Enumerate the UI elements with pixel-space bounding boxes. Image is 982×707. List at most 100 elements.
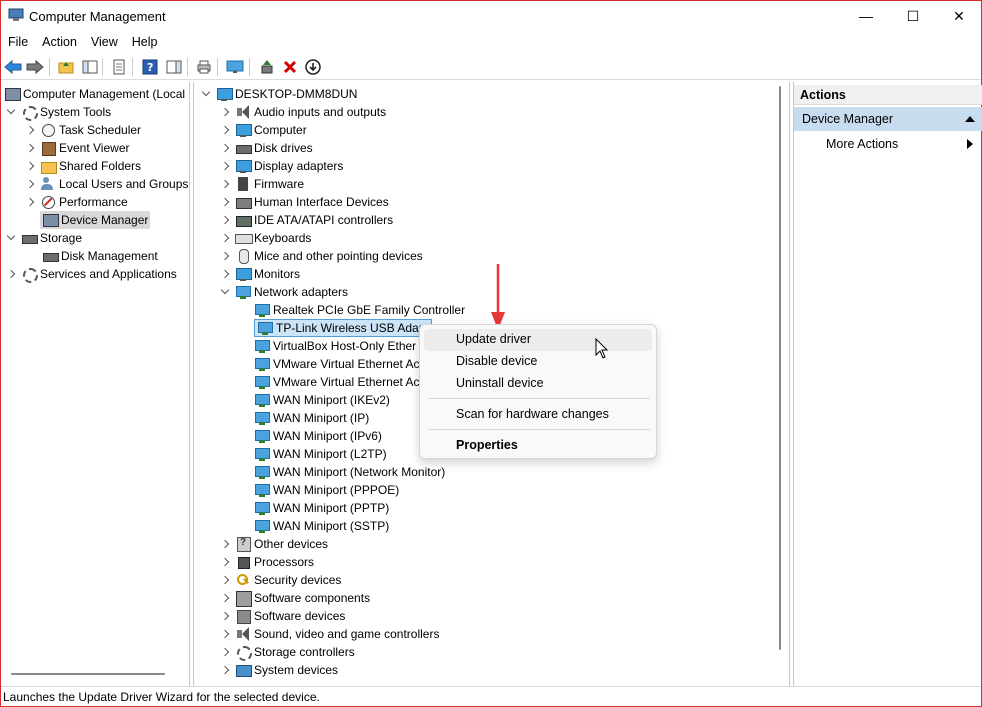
tree-item-shared-folders[interactable]: Shared Folders — [24, 157, 141, 175]
network-adapter-item[interactable]: WAN Miniport (L2TP) — [254, 445, 387, 463]
update-driver-icon[interactable] — [257, 57, 277, 77]
menu-scan-hardware[interactable]: Scan for hardware changes — [456, 407, 609, 421]
category-computer[interactable]: Computer — [219, 121, 307, 139]
chevron-right-icon[interactable] — [967, 139, 973, 149]
tree-item-storage[interactable]: Storage — [5, 229, 82, 247]
menu-action[interactable]: Action — [35, 31, 84, 52]
show-hide-action-pane-icon[interactable] — [164, 57, 184, 77]
chevron-right-icon[interactable] — [24, 142, 36, 154]
network-adapter-item[interactable]: WAN Miniport (IKEv2) — [254, 391, 390, 409]
actions-device-manager[interactable]: Device Manager — [794, 107, 982, 131]
chevron-right-icon[interactable] — [219, 124, 231, 136]
print-icon[interactable] — [194, 57, 214, 77]
chevron-right-icon[interactable] — [219, 232, 231, 244]
category-mice-and-other-pointing-devices[interactable]: Mice and other pointing devices — [219, 247, 423, 265]
menu-view[interactable]: View — [84, 31, 125, 52]
category-system-devices[interactable]: System devices — [219, 661, 338, 679]
category-software-components[interactable]: Software components — [219, 589, 370, 607]
properties-sheet-icon[interactable] — [109, 57, 129, 77]
category-storage-controllers[interactable]: Storage controllers — [219, 643, 355, 661]
chevron-right-icon[interactable] — [24, 124, 36, 136]
tree-item-system-tools[interactable]: System Tools — [5, 103, 111, 121]
show-hide-console-tree-icon[interactable] — [80, 57, 100, 77]
category-ide-ata-atapi-controllers[interactable]: IDE ATA/ATAPI controllers — [219, 211, 393, 229]
tree-item-task-scheduler[interactable]: Task Scheduler — [24, 121, 141, 139]
menu-properties[interactable]: Properties — [456, 438, 518, 452]
chevron-right-icon[interactable] — [219, 250, 231, 262]
chevron-right-icon[interactable] — [219, 628, 231, 640]
close-button[interactable]: ✕ — [936, 1, 982, 31]
tree-item-services[interactable]: Services and Applications — [5, 265, 177, 283]
tree-item-event-viewer[interactable]: Event Viewer — [24, 139, 129, 157]
category-software-devices[interactable]: Software devices — [219, 607, 345, 625]
network-adapter-item[interactable]: WAN Miniport (IPv6) — [254, 427, 382, 445]
chevron-right-icon[interactable] — [219, 556, 231, 568]
chevron-right-icon[interactable] — [24, 178, 36, 190]
chevron-right-icon[interactable] — [219, 592, 231, 604]
network-adapter-item[interactable]: Realtek PCIe GbE Family Controller — [254, 301, 465, 319]
network-adapter-item[interactable]: WAN Miniport (SSTP) — [254, 517, 389, 535]
help-icon[interactable]: ? — [140, 57, 160, 77]
minimize-button[interactable]: — — [843, 1, 889, 31]
chevron-right-icon[interactable] — [219, 664, 231, 676]
network-adapter-item[interactable]: TP-Link Wireless USB Adapt — [254, 319, 432, 337]
category-display-adapters[interactable]: Display adapters — [219, 157, 343, 175]
menu-disable-device[interactable]: Disable device — [456, 354, 537, 368]
tree-item-device-manager[interactable]: Device Manager — [40, 211, 151, 229]
chevron-right-icon[interactable] — [219, 610, 231, 622]
horizontal-scrollbar[interactable] — [11, 673, 165, 675]
network-adapter-item[interactable]: WAN Miniport (IP) — [254, 409, 369, 427]
menu-uninstall-device[interactable]: Uninstall device — [456, 376, 544, 390]
chevron-down-icon[interactable] — [200, 88, 212, 100]
back-arrow-icon[interactable] — [3, 57, 23, 77]
chevron-down-icon[interactable] — [5, 232, 17, 244]
download-icon[interactable] — [303, 57, 323, 77]
chevron-right-icon[interactable] — [219, 268, 231, 280]
tree-item-performance[interactable]: Performance — [24, 193, 128, 211]
menu-help[interactable]: Help — [125, 31, 165, 52]
category-processors[interactable]: Processors — [219, 553, 314, 571]
network-adapter-item[interactable]: WAN Miniport (Network Monitor) — [254, 463, 445, 481]
collapse-up-icon[interactable] — [965, 116, 975, 122]
chevron-right-icon[interactable] — [219, 178, 231, 190]
category-audio-inputs-and-outputs[interactable]: Audio inputs and outputs — [219, 103, 386, 121]
menu-file[interactable]: File — [1, 31, 35, 52]
category-monitors[interactable]: Monitors — [219, 265, 300, 283]
category-human-interface-devices[interactable]: Human Interface Devices — [219, 193, 389, 211]
network-adapter-item[interactable]: VirtualBox Host-Only Ether — [254, 337, 416, 355]
network-adapter-item[interactable]: WAN Miniport (PPPOE) — [254, 481, 399, 499]
category-security-devices[interactable]: Security devices — [219, 571, 341, 589]
uninstall-x-icon[interactable] — [280, 57, 300, 77]
chevron-right-icon[interactable] — [219, 214, 231, 226]
network-adapter-item[interactable]: VMware Virtual Ethernet Ac — [254, 373, 420, 391]
chevron-down-icon[interactable] — [219, 286, 231, 298]
forward-arrow-icon[interactable] — [25, 57, 45, 77]
device-tree-root[interactable]: DESKTOP-DMM8DUN — [200, 85, 357, 103]
monitor-icon[interactable] — [225, 57, 245, 77]
chevron-right-icon[interactable] — [24, 160, 36, 172]
network-adapter-item[interactable]: VMware Virtual Ethernet Ac — [254, 355, 420, 373]
up-folder-icon[interactable] — [56, 57, 76, 77]
category-keyboards[interactable]: Keyboards — [219, 229, 311, 247]
chevron-right-icon[interactable] — [219, 646, 231, 658]
tree-item-disk-management[interactable]: Disk Management — [42, 247, 158, 265]
category-network-adapters[interactable]: Network adapters — [219, 283, 348, 301]
chevron-right-icon[interactable] — [219, 142, 231, 154]
chevron-right-icon[interactable] — [219, 106, 231, 118]
chevron-right-icon[interactable] — [219, 574, 231, 586]
network-adapter-item[interactable]: WAN Miniport (PPTP) — [254, 499, 389, 517]
category-firmware[interactable]: Firmware — [219, 175, 304, 193]
vertical-scrollbar[interactable] — [777, 86, 785, 650]
tree-item-computer-management[interactable]: Computer Management (Local — [4, 85, 185, 103]
category-other-devices[interactable]: Other devices — [219, 535, 328, 553]
category-disk-drives[interactable]: Disk drives — [219, 139, 313, 157]
menu-update-driver[interactable]: Update driver — [456, 332, 531, 346]
chevron-right-icon[interactable] — [219, 538, 231, 550]
chevron-right-icon[interactable] — [24, 196, 36, 208]
scrollbar-thumb[interactable] — [779, 86, 781, 650]
chevron-right-icon[interactable] — [219, 196, 231, 208]
tree-item-local-users[interactable]: Local Users and Groups — [24, 175, 188, 193]
more-actions[interactable]: More Actions — [826, 137, 898, 151]
category-sound-video-and-game-controllers[interactable]: Sound, video and game controllers — [219, 625, 439, 643]
maximize-button[interactable]: ☐ — [890, 1, 936, 31]
